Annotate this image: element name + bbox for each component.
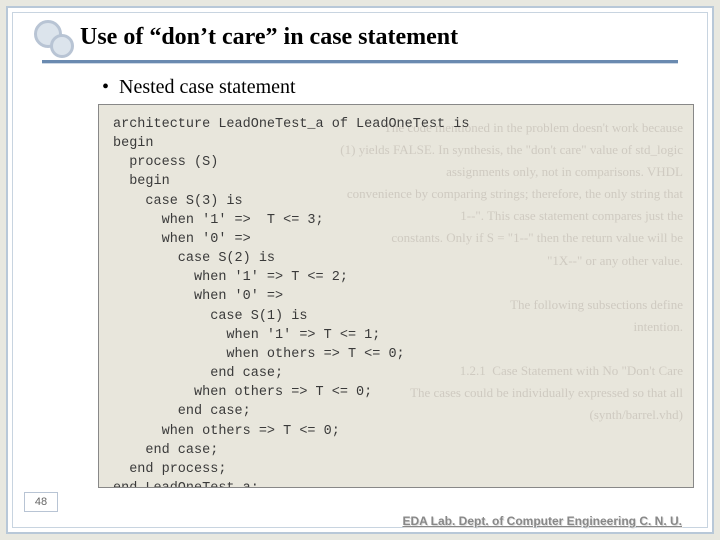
bullet-icon: • [102,76,109,99]
bullet-line: • Nested case statement [102,76,296,99]
code-screenshot: The code mentioned in the problem doesn'… [98,104,694,488]
title-underline [42,60,678,64]
page-number: 48 [24,492,58,512]
code-block: architecture LeadOneTest_a of LeadOneTes… [99,105,693,488]
title-bar: Use of “don’t care” in case statement [32,20,688,54]
footer-text: EDA Lab. Dept. of Computer Engineering C… [402,514,682,528]
corner-rings-icon [32,20,72,54]
bullet-text: Nested case statement [119,76,296,98]
slide-frame: Use of “don’t care” in case statement • N… [6,6,714,534]
slide-title: Use of “don’t care” in case statement [80,24,458,51]
